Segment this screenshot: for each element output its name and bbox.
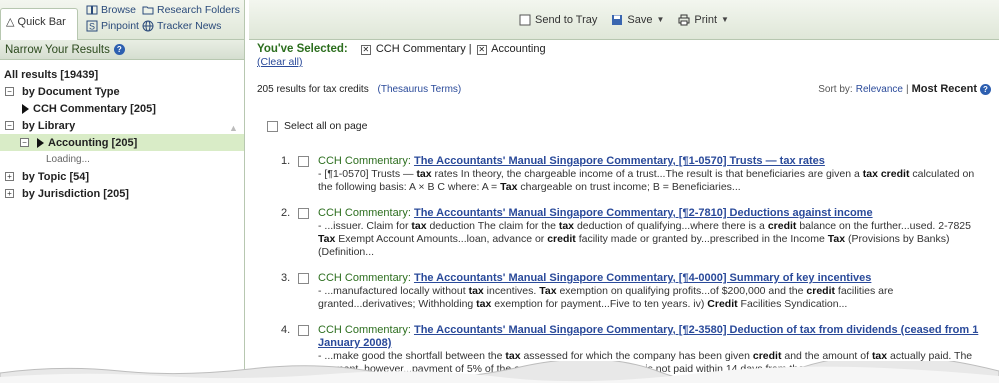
sort-most-recent[interactable]: Most Recent xyxy=(912,83,977,95)
result-title-link[interactable]: The Accountants' Manual Singapore Commen… xyxy=(414,272,871,284)
printer-icon xyxy=(678,14,690,25)
facet-all-results[interactable]: All results [19439] xyxy=(0,66,244,83)
sort-divider: | xyxy=(905,83,909,95)
print-button[interactable]: Print ▼ xyxy=(678,14,729,26)
sort-controls: Sort by: Relevance | Most Recent ? xyxy=(818,83,991,95)
results-summary-bar: 205 results for tax credits (Thesaurus T… xyxy=(249,80,999,98)
selected-filter-cch: CCH Commentary xyxy=(375,43,466,55)
result-item: 3. CCH Commentary: The Accountants' Manua… xyxy=(249,272,999,311)
results-toolbar: Send to Tray Save ▼ Print ▼ xyxy=(249,0,999,40)
pinpoint-icon: S xyxy=(86,20,98,32)
send-to-tray-button[interactable]: Send to Tray xyxy=(519,14,597,26)
remove-filter-icon[interactable]: ✕ xyxy=(476,45,487,55)
save-button[interactable]: Save ▼ xyxy=(611,14,664,26)
tab-quick-bar[interactable]: △ Quick Bar xyxy=(0,8,78,40)
triangle-right-icon xyxy=(22,103,29,114)
collapse-toggle-icon[interactable]: − xyxy=(20,138,29,147)
result-number: 2. xyxy=(281,207,291,219)
results-panel: Send to Tray Save ▼ Print ▼ You've Selec… xyxy=(249,0,999,383)
expand-toggle-icon[interactable]: + xyxy=(5,172,14,181)
result-checkbox[interactable] xyxy=(298,208,309,219)
torn-edge-decoration xyxy=(0,361,999,383)
narrow-results-title: Narrow Your Results xyxy=(5,43,110,56)
result-number: 4. xyxy=(281,324,291,336)
left-tab-bar: △ Quick Bar Browse Research Folders S Pi… xyxy=(0,0,244,40)
result-heading: CCH Commentary: The Accountants' Manual … xyxy=(318,272,979,285)
tray-icon xyxy=(519,14,531,25)
tracker-news-link[interactable]: Tracker News xyxy=(142,20,221,32)
result-checkbox[interactable] xyxy=(298,156,309,167)
results-list: 1. CCH Commentary: The Accountants' Manua… xyxy=(249,155,999,383)
result-snippet: - [¶1-0570] Trusts — tax rates In theory… xyxy=(318,168,975,193)
folder-icon xyxy=(142,6,154,15)
result-title-link[interactable]: The Accountants' Manual Singapore Commen… xyxy=(318,324,978,349)
result-checkbox[interactable] xyxy=(298,325,309,336)
tab-quick-bar-label: Quick Bar xyxy=(17,16,66,28)
facet-by-library[interactable]: − by Library xyxy=(0,117,244,134)
result-source: CCH Commentary: xyxy=(318,155,411,167)
select-all-row: Select all on page xyxy=(267,120,367,132)
selection-summary: You've Selected: ✕ CCH Commentary | ✕ Ac… xyxy=(249,40,999,68)
facet-accounting[interactable]: − Accounting [205] xyxy=(0,134,244,151)
help-icon[interactable]: ? xyxy=(980,83,991,95)
globe-icon xyxy=(142,20,154,32)
loading-indicator: Loading... xyxy=(46,154,90,165)
select-all-checkbox[interactable] xyxy=(267,120,278,132)
result-heading: CCH Commentary: The Accountants' Manual … xyxy=(318,155,979,168)
research-folders-link[interactable]: Research Folders xyxy=(142,4,240,16)
result-checkbox[interactable] xyxy=(298,273,309,284)
selection-separator: | xyxy=(468,43,472,55)
results-count: 205 results for tax credits xyxy=(257,83,369,95)
svg-text:S: S xyxy=(89,22,95,32)
collapse-toggle-icon[interactable]: − xyxy=(5,121,14,130)
result-source: CCH Commentary: xyxy=(318,272,411,284)
triangle-right-icon xyxy=(37,137,44,148)
thesaurus-terms-link[interactable]: (Thesaurus Terms) xyxy=(378,84,462,95)
result-title-link[interactable]: The Accountants' Manual Singapore Commen… xyxy=(414,207,873,219)
help-icon[interactable]: ? xyxy=(113,44,125,55)
browse-link[interactable]: Browse xyxy=(86,4,136,16)
result-number: 3. xyxy=(281,272,291,284)
result-source: CCH Commentary: xyxy=(318,207,411,219)
chevron-down-icon: ▼ xyxy=(656,15,665,24)
selected-filter-accounting: Accounting xyxy=(491,43,546,55)
result-number: 1. xyxy=(281,155,291,167)
selection-label: You've Selected: xyxy=(257,43,348,55)
chevron-down-icon: ▼ xyxy=(721,15,729,24)
save-icon xyxy=(612,14,623,25)
collapse-toggle-icon[interactable]: − xyxy=(5,87,14,96)
result-snippet: - ...manufactured locally without tax in… xyxy=(318,285,894,310)
facet-cch-commentary[interactable]: CCH Commentary [205] xyxy=(0,100,244,117)
result-item: 2. CCH Commentary: The Accountants' Manua… xyxy=(249,207,999,259)
expand-toggle-icon[interactable]: + xyxy=(5,189,14,198)
clear-all-link[interactable]: (Clear all) xyxy=(257,56,991,68)
narrow-results-header: Narrow Your Results ? xyxy=(0,40,244,60)
facet-tree: ▲ All results [19439] − by Document Type… xyxy=(0,60,244,202)
result-title-link[interactable]: The Accountants' Manual Singapore Commen… xyxy=(414,155,825,167)
sort-by-label: Sort by: xyxy=(818,83,853,95)
facet-by-jurisdiction[interactable]: + by Jurisdiction [205] xyxy=(0,185,244,202)
select-all-label: Select all on page xyxy=(284,120,368,132)
pinpoint-link[interactable]: S Pinpoint xyxy=(86,20,139,32)
sort-relevance-link[interactable]: Relevance xyxy=(856,84,903,95)
facet-by-topic[interactable]: + by Topic [54] xyxy=(0,168,244,185)
remove-filter-icon[interactable]: ✕ xyxy=(360,45,371,55)
result-snippet: - ...issuer. Claim for tax deduction The… xyxy=(318,220,971,258)
collapse-icon: △ xyxy=(6,16,15,28)
facet-by-document-type[interactable]: − by Document Type xyxy=(0,83,244,100)
left-panel: △ Quick Bar Browse Research Folders S Pi… xyxy=(0,0,245,383)
result-source: CCH Commentary: xyxy=(318,324,411,336)
result-item: 1. CCH Commentary: The Accountants' Manua… xyxy=(249,155,999,194)
book-icon xyxy=(86,5,98,15)
result-heading: CCH Commentary: The Accountants' Manual … xyxy=(318,207,979,220)
result-heading: CCH Commentary: The Accountants' Manual … xyxy=(318,324,979,350)
